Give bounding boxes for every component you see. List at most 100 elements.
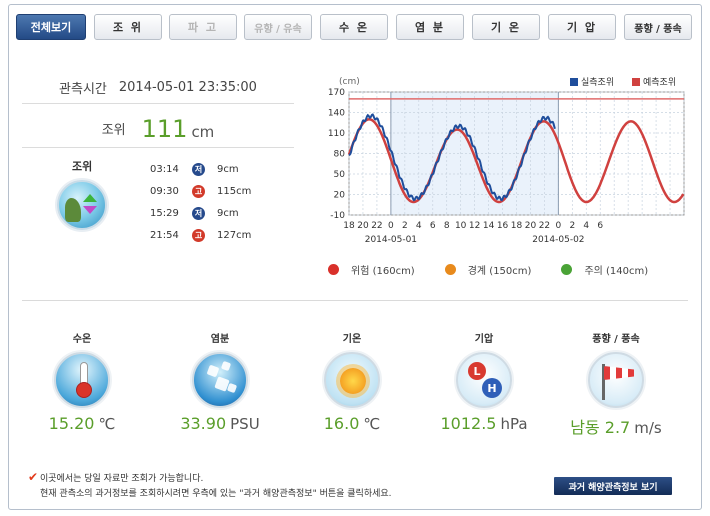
high-low-row: 21:54 고 127cm (150, 224, 267, 246)
tab-tide[interactable]: 조 위 (94, 14, 162, 40)
tab-wave[interactable]: 파 고 (169, 14, 237, 40)
observation-time-label: 관측시간 (59, 82, 107, 97)
warning-dot-icon (444, 264, 456, 275)
check-icon: ✔ (28, 470, 39, 484)
tab-wind[interactable]: 풍향 / 풍속 (624, 14, 692, 40)
x-tick-label: 22 (539, 221, 550, 231)
observed-legend-swatch (570, 78, 578, 86)
measurement-water-temp: 수온 15.20 ℃ (32, 330, 132, 433)
high-tide-badge-icon: 고 (192, 228, 205, 242)
alert-level-caution: 주의 (140cm) (561, 262, 648, 277)
measurement-unit: PSU (230, 415, 260, 433)
y-tick-label: 20 (334, 191, 346, 201)
x-tick-label: 0 (556, 221, 562, 231)
high-low-time: 21:54 (150, 229, 179, 241)
tide-icon (57, 180, 107, 230)
low-tide-badge-icon: 저 (192, 162, 205, 176)
y-tick-label: 50 (334, 170, 346, 180)
caution-dot-icon (561, 264, 573, 275)
danger-dot-icon (328, 264, 339, 275)
alert-level-label: 주의 (140cm) (584, 266, 649, 277)
y-tick-label: 170 (328, 88, 345, 98)
alert-level-danger: 위험 (160cm) (328, 262, 415, 277)
measurement-air-temp: 기온 16.0 ℃ (302, 330, 402, 433)
y-tick-label: 140 (328, 109, 345, 119)
x-tick-label: 20 (357, 221, 369, 231)
y-tick-label: 110 (328, 129, 345, 139)
x-tick-label: 12 (469, 221, 480, 231)
tide-chart-svg: -1020508011014017018 20 22 0 2 4 6 8 10 12 14 16 18 2… (328, 77, 685, 245)
measurement-salinity: 염분 33.90 PSU (170, 330, 270, 433)
tab-salinity[interactable]: 염 분 (396, 14, 464, 40)
high-low-row: 09:30 고 115cm (150, 180, 267, 202)
pressure-icon: LH (456, 352, 512, 408)
measurement-wind: 풍향 / 풍속 남동 2.7 m/s (566, 330, 666, 438)
x-tick-label: 16 (497, 221, 509, 231)
measurement-pressure: 기압 LH 1012.5 hPa (434, 330, 534, 433)
past-observation-button[interactable]: 과거 해양관측정보 보기 (554, 477, 672, 495)
current-tide-unit: cm (191, 122, 215, 141)
measurement-value: 16.0 ℃ (302, 414, 402, 433)
high-low-time: 03:14 (150, 163, 179, 175)
measurement-title: 기온 (342, 334, 362, 345)
high-low-value: 9cm (217, 163, 239, 175)
x-tick-label: 4 (416, 221, 422, 231)
high-low-time: 09:30 (150, 185, 179, 197)
tab-pressure[interactable]: 기 압 (548, 14, 616, 40)
y-axis-label: (cm) (339, 77, 360, 87)
measurement-value: 1012.5 hPa (434, 414, 534, 433)
predicted-legend-swatch (632, 78, 640, 86)
tab-overview[interactable]: 전체보기 (16, 14, 86, 40)
x-tick-label: 20 (525, 221, 537, 231)
alert-level-legend: 위험 (160cm) 경계 (150cm) 주의 (140cm) (328, 262, 648, 277)
x-tick-label: 10 (455, 221, 467, 231)
observation-time-value: 2014-05-01 23:35:00 (118, 80, 257, 95)
x-tick-label: 2 (569, 221, 575, 231)
notice-line-1: 이곳에서는 당일 자료만 조회가 가능합니다. (40, 474, 204, 484)
high-low-row: 15:29 저 9cm (150, 202, 267, 224)
high-low-value: 115cm (217, 185, 252, 197)
observed-legend-label: 실측조위 (581, 77, 614, 88)
high-low-value: 127cm (217, 229, 252, 241)
measurement-number: 16.0 (323, 414, 360, 433)
tab-water-temp[interactable]: 수 온 (320, 14, 388, 40)
alert-level-label: 위험 (160cm) (351, 266, 415, 277)
measurement-number: 1012.5 (440, 414, 497, 433)
date-label: 2014-05-02 (532, 235, 584, 245)
x-tick-label: 2 (402, 221, 408, 231)
x-tick-label: 6 (597, 221, 603, 231)
notice-text: ✔ 이곳에서는 당일 자료만 조회가 가능합니다. 현재 관측소의 과거정보를 … (28, 470, 392, 502)
measurement-unit: ℃ (363, 415, 381, 433)
tab-air-temp[interactable]: 기 온 (472, 14, 540, 40)
y-tick-label: -10 (330, 211, 345, 221)
x-tick-label: 22 (371, 221, 382, 231)
measurement-value: 33.90 PSU (170, 414, 270, 433)
windsock-icon (588, 352, 644, 408)
current-tide-label: 조위 (101, 123, 126, 138)
current-tide-value: 111 (141, 114, 188, 143)
observation-time-row: 관측시간 2014-05-01 23:35:00 (22, 72, 294, 104)
salinity-icon (192, 352, 248, 408)
current-tide-row: 조위 111 cm (22, 110, 294, 148)
measurement-unit: ℃ (98, 415, 116, 433)
measurement-number: 남동 2.7 (570, 418, 631, 437)
x-tick-label: 0 (388, 221, 394, 231)
high-low-row: 03:14 저 9cm (150, 158, 267, 180)
alert-level-label: 경계 (150cm) (467, 266, 532, 277)
alert-level-warning: 경계 (150cm) (444, 262, 532, 277)
high-low-table: 03:14 저 9cm 09:30 고 115cm 15:29 저 9cm 21… (150, 158, 267, 246)
x-tick-label: 18 (343, 221, 355, 231)
high-low-title: 조위 (72, 160, 93, 173)
measurement-value: 남동 2.7 m/s (566, 414, 666, 438)
thermometer-icon (54, 352, 110, 408)
measurement-title: 염분 (210, 334, 230, 345)
date-label: 2014-05-01 (365, 235, 417, 245)
measurement-number: 15.20 (48, 414, 95, 433)
x-tick-label: 6 (430, 221, 436, 231)
measurement-title: 수온 (72, 334, 92, 345)
tab-current[interactable]: 유향 / 유속 (244, 14, 312, 40)
sun-icon (324, 352, 380, 408)
x-tick-label: 18 (511, 221, 523, 231)
x-tick-label: 8 (444, 221, 450, 231)
tide-chart: -10 20 50 80 110 140 170 18 20 22 0 2 4 6 8 10 12 14 16 18 2… (318, 70, 696, 290)
